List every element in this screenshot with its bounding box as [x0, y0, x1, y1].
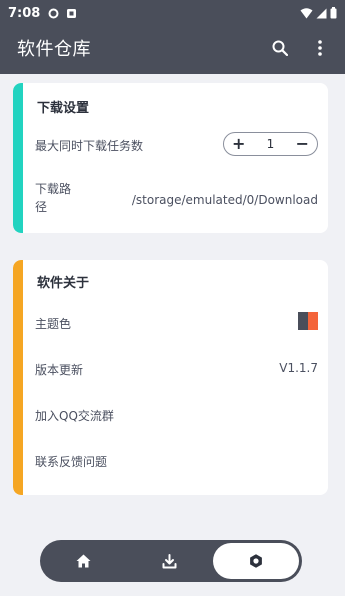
max-tasks-stepper: + 1 −	[223, 132, 318, 156]
download-settings-card: 下载设置 最大同时下载任务数 + 1 − 下载路径 /storage/emula…	[13, 83, 328, 233]
bottom-nav	[40, 540, 302, 582]
download-path-value[interactable]: /storage/emulated/0/Download	[132, 193, 318, 207]
app-title: 软件仓库	[17, 39, 91, 60]
version-update-label[interactable]: 版本更新	[35, 361, 83, 378]
media-icon	[66, 8, 77, 19]
settings-icon	[249, 554, 262, 568]
theme-swatch-dark	[298, 312, 308, 330]
card-accent-bar	[13, 260, 23, 495]
home-icon	[76, 554, 91, 568]
nav-settings[interactable]	[212, 543, 299, 579]
download-path-label: 下载路径	[35, 182, 72, 214]
signal-icon	[316, 8, 327, 18]
card-accent-bar	[13, 83, 23, 233]
status-bar: 7:08	[0, 0, 345, 26]
max-tasks-value: 1	[266, 137, 275, 151]
download-settings-title: 下载设置	[37, 101, 90, 116]
status-time: 7:08	[8, 5, 41, 21]
decrement-button[interactable]: −	[296, 136, 309, 152]
max-tasks-label: 最大同时下载任务数	[35, 139, 144, 153]
theme-color-swatch[interactable]	[298, 312, 318, 330]
top-bar: 7:08 软件仓库	[0, 0, 345, 74]
feedback-link[interactable]: 联系反馈问题	[35, 453, 107, 470]
status-indicators	[300, 7, 337, 19]
about-title: 软件关于	[37, 276, 90, 291]
qq-group-link[interactable]: 加入QQ交流群	[35, 407, 114, 424]
about-card: 软件关于 主题色 版本更新 V1.1.7 加入QQ交流群 联系反馈问题	[13, 260, 328, 495]
nav-home[interactable]	[40, 540, 126, 582]
theme-swatch-accent	[308, 312, 318, 330]
wifi-icon	[300, 7, 313, 18]
more-icon[interactable]	[309, 37, 331, 59]
battery-icon	[330, 7, 337, 19]
notification-icon	[48, 8, 59, 19]
nav-download[interactable]	[126, 540, 212, 582]
version-value: V1.1.7	[279, 361, 318, 375]
download-icon	[162, 553, 177, 568]
theme-color-label[interactable]: 主题色	[35, 315, 71, 332]
search-icon[interactable]	[269, 37, 291, 59]
app-bar: 软件仓库	[0, 28, 345, 68]
increment-button[interactable]: +	[232, 136, 245, 152]
